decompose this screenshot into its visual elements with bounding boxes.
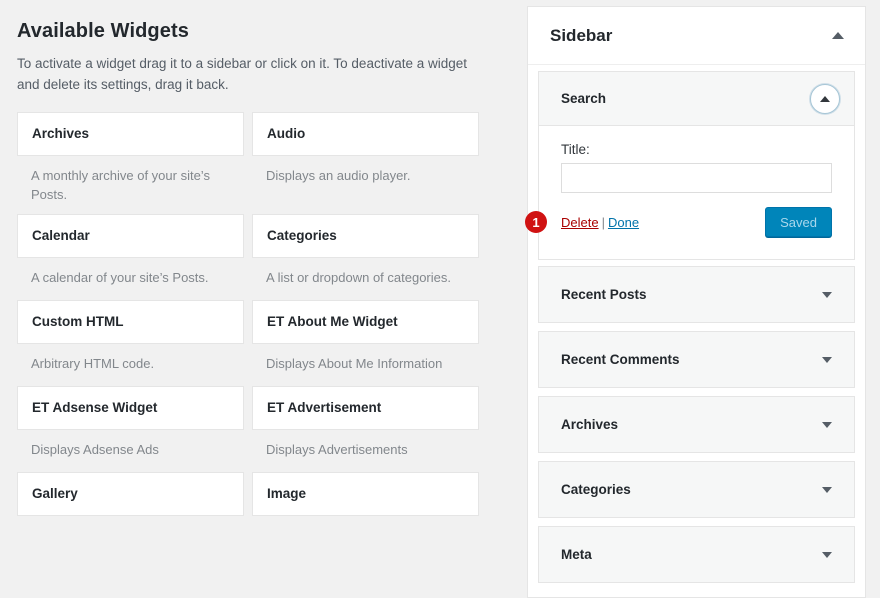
triangle-down-shape [822, 551, 832, 558]
available-widget-card[interactable]: Archives [17, 111, 244, 156]
sidebar-widget-collapsed: Categories [538, 461, 855, 518]
triangle-down-shape [822, 356, 832, 363]
sidebar-widget-title: Recent Posts [561, 287, 647, 302]
chevron-down-icon[interactable] [814, 542, 840, 568]
available-widget-description: Displays Advertisements [266, 441, 408, 457]
sidebar-widget-collapsed: Meta [538, 526, 855, 583]
available-widget-description [17, 516, 244, 558]
available-widget-name: Custom HTML [32, 313, 124, 329]
sidebar-widget-collapsed: Recent Comments [538, 331, 855, 388]
available-widget-item: Image [252, 471, 479, 558]
available-widget-name: Calendar [32, 227, 90, 243]
available-widget-card[interactable]: Gallery [17, 471, 244, 516]
sidebar-widget-title: Categories [561, 482, 631, 497]
available-widget-card[interactable]: Audio [252, 111, 479, 156]
available-widget-card[interactable]: Calendar [17, 213, 244, 258]
available-widget-item: Custom HTML Arbitrary HTML code. [17, 299, 244, 386]
chevron-down-icon[interactable] [814, 477, 840, 503]
sidebar-widget-title: Archives [561, 417, 619, 432]
available-widget-card[interactable]: ET Advertisement [252, 385, 479, 430]
link-separator: | [601, 214, 605, 230]
available-widget-description: Arbitrary HTML code. [31, 355, 155, 371]
sidebar-widget-title: Meta [561, 547, 592, 562]
available-widget-item: ET Adsense Widget Displays Adsense Ads [17, 385, 244, 472]
available-widget-card[interactable]: Image [252, 471, 479, 516]
available-widget-description: Displays About Me Information [266, 355, 443, 371]
available-widget-item: Calendar A calendar of your site’s Posts. [17, 213, 244, 300]
available-widget-name: Archives [32, 125, 90, 141]
sidebar-widget-header[interactable]: Archives [539, 397, 854, 452]
annotation-badge-1: 1 [525, 211, 547, 233]
sidebar-widget-search-header[interactable]: Search [539, 72, 854, 126]
available-widget-name: Gallery [32, 485, 78, 501]
available-widget-card[interactable]: ET About Me Widget [252, 299, 479, 344]
sidebar-widget-header[interactable]: Recent Posts [539, 267, 854, 322]
available-widget-item: ET Advertisement Displays Advertisements [252, 385, 479, 472]
title-input[interactable] [561, 163, 832, 193]
chevron-up-icon[interactable] [810, 83, 840, 114]
available-widget-item: Archives A monthly archive of your site’s… [17, 111, 244, 214]
triangle-down-shape [822, 486, 832, 493]
sidebar-widgets-stack: Search Title: 1 Delete | Done Saved Recent… [525, 71, 865, 597]
triangle-down-shape [822, 421, 832, 428]
sidebar-widget-header[interactable]: Recent Comments [539, 332, 854, 387]
available-widget-card[interactable]: ET Adsense Widget [17, 385, 244, 430]
triangle-up-shape [820, 95, 830, 102]
sidebar-panel: Sidebar Search Title: 1 Delete | Done Sa… [525, 6, 866, 598]
chevron-down-icon[interactable] [814, 282, 840, 308]
available-widget-name: Image [267, 485, 307, 501]
sidebar-widget-search-title: Search [561, 91, 607, 106]
available-widget-description: A monthly archive of your site’s Posts. [31, 167, 210, 203]
sidebar-widget-title: Recent Comments [561, 352, 680, 367]
widget-control-links: Delete | Done [561, 215, 639, 230]
available-widgets-panel: Available Widgets To activate a widget d… [0, 0, 500, 519]
available-widget-description: A calendar of your site’s Posts. [31, 269, 209, 285]
available-widget-item: Gallery [17, 471, 244, 558]
available-widget-item: Categories A list or dropdown of categori… [252, 213, 479, 300]
available-widget-name: ET Adsense Widget [32, 399, 158, 415]
sidebar-widget-controls: 1 Delete | Done Saved [525, 193, 832, 251]
sidebar-widget-header[interactable]: Categories [539, 462, 854, 517]
available-widget-item: Audio Displays an audio player. [252, 111, 479, 214]
title-field-label: Title: [561, 142, 590, 157]
available-widget-name: Categories [267, 227, 337, 243]
sidebar-widget-search: Search Title: 1 Delete | Done Saved [525, 71, 855, 260]
sidebar-widget-header[interactable]: Meta [539, 527, 854, 582]
available-widget-description [252, 516, 479, 558]
sidebar-widget-collapsed: Recent Posts [538, 266, 855, 323]
available-widget-description: A list or dropdown of categories. [266, 269, 451, 285]
chevron-down-icon[interactable] [814, 412, 840, 438]
sidebar-heading: Sidebar [550, 25, 613, 45]
delete-link[interactable]: Delete [561, 215, 599, 230]
chevron-down-icon[interactable] [814, 347, 840, 373]
page-title: Available Widgets [17, 20, 189, 42]
available-widget-item: ET About Me Widget Displays About Me Info… [252, 299, 479, 386]
triangle-up-shape [832, 32, 844, 39]
available-widgets-description: To activate a widget drag it to a sideba… [17, 56, 467, 92]
available-widget-name: ET About Me Widget [267, 313, 398, 329]
available-widgets-grid: Archives A monthly archive of your site’s… [17, 111, 479, 558]
available-widget-name: ET Advertisement [267, 399, 382, 415]
save-button[interactable]: Saved [765, 207, 832, 237]
sidebar-panel-header[interactable]: Sidebar [528, 7, 865, 65]
available-widget-card[interactable]: Categories [252, 213, 479, 258]
chevron-up-icon[interactable] [825, 23, 851, 49]
available-widget-card[interactable]: Custom HTML [17, 299, 244, 344]
done-link[interactable]: Done [608, 215, 639, 230]
collapsed-widgets-list: Recent Posts Recent Comments Archives Categ… [538, 266, 855, 583]
triangle-down-shape [822, 291, 832, 298]
sidebar-widget-search-body: Title: 1 Delete | Done Saved [525, 126, 854, 259]
available-widget-description: Displays Adsense Ads [31, 441, 159, 457]
sidebar-widget-collapsed: Archives [538, 396, 855, 453]
available-widget-name: Audio [267, 125, 306, 141]
available-widget-description: Displays an audio player. [266, 167, 411, 183]
